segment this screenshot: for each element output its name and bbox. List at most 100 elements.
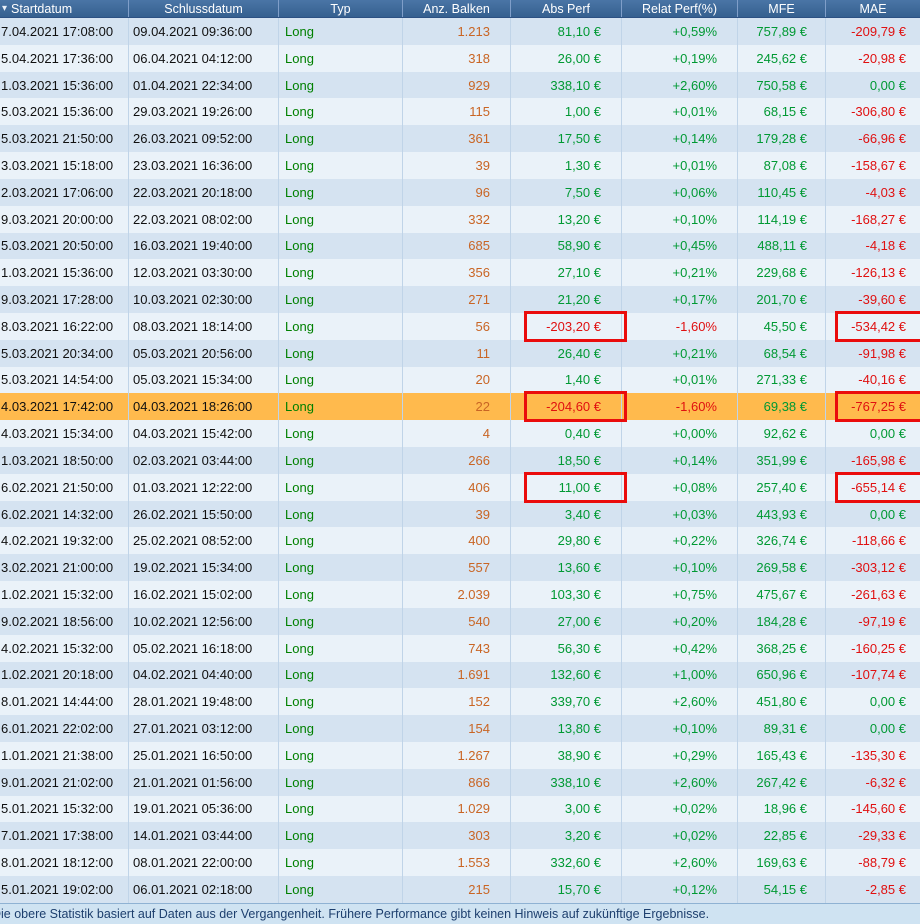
table-row[interactable]: 2.03.2021 17:06:00 22.03.2021 20:18:00 Lon… — [0, 178, 920, 206]
column-header-mae[interactable]: MAE — [826, 0, 920, 17]
table-row[interactable]: 5.04.2021 17:36:00 06.04.2021 04:12:00 Lon… — [0, 44, 920, 72]
cell-value: 11,00 € — [558, 479, 601, 495]
cell-value: 1,40 € — [564, 372, 601, 388]
cell-bars: 154 — [403, 715, 511, 742]
cell-typ: Long — [279, 259, 403, 287]
column-header-schlussdatum[interactable]: Schlussdatum — [129, 0, 279, 17]
cell-abs: 26,40 € — [511, 339, 622, 367]
cell-rel: +0,19% — [622, 44, 738, 72]
column-header-relat-perf[interactable]: Relat Perf(%) — [622, 0, 738, 17]
cell-value: 04.02.2021 04:40:00 — [133, 667, 253, 683]
cell-mfe: 169,63 € — [738, 849, 826, 876]
table-row[interactable]: 1.02.2021 20:18:00 04.02.2021 04:40:00 Lon… — [0, 661, 920, 689]
table-row[interactable]: 5.03.2021 14:54:00 05.03.2021 15:34:00 Lon… — [0, 366, 920, 394]
cell-value: 12.03.2021 03:30:00 — [133, 265, 253, 281]
cell-rel: +2,60% — [622, 71, 738, 99]
column-header-abs-perf[interactable]: Abs Perf — [511, 0, 622, 17]
table-row[interactable]: 1.02.2021 15:32:00 16.02.2021 15:02:00 Lon… — [0, 581, 920, 608]
cell-start: 5.03.2021 20:50:00 — [0, 232, 129, 260]
cell-value: 4.02.2021 15:32:00 — [1, 640, 114, 656]
cell-typ: Long — [279, 607, 403, 635]
cell-value: +0,08% — [672, 479, 717, 495]
cell-mfe: 368,25 € — [738, 634, 826, 662]
column-header-mfe[interactable]: MFE — [738, 0, 826, 17]
cell-value: -40,16 € — [858, 372, 906, 388]
cell-value: 152 — [468, 694, 490, 710]
cell-rel: +2,60% — [622, 688, 738, 716]
cell-value: +0,22% — [672, 533, 717, 549]
cell-value: 1,30 € — [564, 157, 601, 173]
table-row[interactable]: 3.02.2021 21:00:00 19.02.2021 15:34:00 Lon… — [0, 554, 920, 582]
table-row[interactable]: 6.01.2021 22:02:00 27.01.2021 03:12:00 Lon… — [0, 715, 920, 742]
table-row[interactable]: 9.03.2021 17:28:00 10.03.2021 02:30:00 Lon… — [0, 286, 920, 313]
cell-value: 0,00 € — [869, 721, 906, 737]
table-row[interactable]: 9.03.2021 20:00:00 22.03.2021 08:02:00 Lon… — [0, 205, 920, 233]
column-label: MAE — [859, 1, 887, 16]
table-row[interactable]: 1.03.2021 15:36:00 12.03.2021 03:30:00 Lon… — [0, 259, 920, 287]
table-row[interactable]: 5.01.2021 19:02:00 06.01.2021 02:18:00 Lon… — [0, 876, 920, 903]
table-row[interactable]: 8.01.2021 14:44:00 28.01.2021 19:48:00 Lon… — [0, 688, 920, 716]
column-header-typ[interactable]: Typ — [279, 0, 403, 17]
cell-value: 22,85 € — [763, 828, 807, 844]
column-header-anz-balken[interactable]: Anz. Balken — [403, 0, 511, 17]
table-row[interactable]: 6.02.2021 14:32:00 26.02.2021 15:50:00 Lon… — [0, 500, 920, 528]
cell-value: +0,45% — [672, 238, 717, 254]
cell-value: 23.03.2021 16:36:00 — [133, 157, 253, 173]
cell-value: Long — [285, 694, 314, 710]
trade-statistics-table: ▾ Startdatum Schlussdatum Typ Anz. Balke… — [0, 0, 920, 924]
cell-typ: Long — [279, 71, 403, 99]
table-row[interactable]: 7.04.2021 17:08:00 09.04.2021 09:36:00 Lon… — [0, 18, 920, 45]
table-row[interactable]: 9.01.2021 21:02:00 21.01.2021 01:56:00 Lon… — [0, 768, 920, 796]
cell-mae: -160,25 € — [826, 635, 920, 662]
table-row[interactable]: 1.03.2021 15:36:00 01.04.2021 22:34:00 Lon… — [0, 71, 920, 99]
cell-end: 25.01.2021 16:50:00 — [129, 741, 279, 769]
table-row[interactable]: 1.03.2021 18:50:00 02.03.2021 03:44:00 Lon… — [0, 447, 920, 474]
table-row[interactable]: 5.01.2021 15:32:00 19.01.2021 05:36:00 Lon… — [0, 795, 920, 823]
cell-value: 26.02.2021 15:50:00 — [133, 506, 253, 522]
cell-mfe: 271,33 € — [738, 366, 826, 394]
table-row[interactable]: 4.02.2021 15:32:00 05.02.2021 16:18:00 Lon… — [0, 634, 920, 662]
cell-bars: 1.213 — [403, 18, 511, 45]
table-row[interactable]: 4.02.2021 19:32:00 25.02.2021 08:52:00 Lon… — [0, 527, 920, 555]
cell-value: -303,12 € — [851, 560, 906, 576]
cell-end: 10.02.2021 12:56:00 — [129, 607, 279, 635]
cell-bars: 266 — [403, 447, 511, 474]
table-row-selected[interactable]: 4.03.2021 17:42:00 04.03.2021 18:26:00 Lon… — [0, 391, 920, 423]
table-row[interactable]: 9.02.2021 18:56:00 10.02.2021 12:56:00 Lon… — [0, 607, 920, 635]
table-row[interactable]: 5.03.2021 15:36:00 29.03.2021 19:26:00 Lon… — [0, 98, 920, 126]
cell-mae: -158,67 € — [826, 152, 920, 179]
cell-value: Long — [285, 238, 314, 254]
cell-value: -39,60 € — [858, 292, 906, 308]
table-row[interactable]: 5.03.2021 21:50:00 26.03.2021 09:52:00 Lon… — [0, 125, 920, 153]
table-row[interactable]: 8.03.2021 16:22:00 08.03.2021 18:14:00 Lon… — [0, 310, 920, 342]
cell-abs: 1,40 € — [511, 366, 622, 394]
table-row[interactable]: 8.01.2021 18:12:00 08.01.2021 22:00:00 Lon… — [0, 849, 920, 876]
table-row[interactable]: 4.03.2021 15:34:00 04.03.2021 15:42:00 Lon… — [0, 420, 920, 447]
table-row[interactable]: 7.01.2021 17:38:00 14.01.2021 03:44:00 Lon… — [0, 822, 920, 850]
cell-end: 22.03.2021 08:02:00 — [129, 205, 279, 233]
cell-value: 27,00 € — [557, 613, 601, 629]
cell-value: 39 — [475, 157, 490, 173]
cell-value: 332,60 € — [550, 855, 601, 871]
table-row[interactable]: 5.03.2021 20:50:00 16.03.2021 19:40:00 Lon… — [0, 232, 920, 260]
table-row[interactable]: 1.01.2021 21:38:00 25.01.2021 16:50:00 Lon… — [0, 741, 920, 769]
cell-end: 12.03.2021 03:30:00 — [129, 259, 279, 287]
column-label: Typ — [330, 1, 351, 16]
cell-mae: 0,00 € — [826, 715, 920, 742]
cell-bars: 1.691 — [403, 661, 511, 689]
cell-value: 05.03.2021 20:56:00 — [133, 345, 253, 361]
cell-end: 01.03.2021 12:22:00 — [129, 473, 279, 501]
cell-start: 1.01.2021 21:38:00 — [0, 741, 129, 769]
cell-value: 16.02.2021 15:02:00 — [133, 586, 253, 602]
table-row[interactable]: 5.03.2021 20:34:00 05.03.2021 20:56:00 Lon… — [0, 339, 920, 367]
cell-value: Long — [285, 506, 314, 522]
column-header-startdatum[interactable]: ▾ Startdatum — [0, 0, 129, 17]
table-row[interactable]: 3.03.2021 15:18:00 23.03.2021 16:36:00 Lon… — [0, 152, 920, 179]
cell-value: +0,01% — [672, 157, 717, 173]
cell-mfe: 451,80 € — [738, 688, 826, 716]
cell-abs: -203,20 € — [511, 310, 627, 342]
cell-typ: Long — [279, 205, 403, 233]
cell-mae: 0,00 € — [826, 72, 920, 99]
cell-start: 5.01.2021 15:32:00 — [0, 795, 129, 823]
table-row[interactable]: 6.02.2021 21:50:00 01.03.2021 12:22:00 Lon… — [0, 471, 920, 503]
